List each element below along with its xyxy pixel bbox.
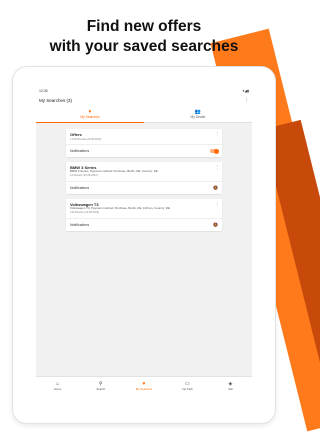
nav-label: My Searches [135,387,153,391]
tab-label: My Searches [80,114,100,119]
bell-off-icon[interactable]: 🔕 [213,222,218,227]
nav-label: Car Park [181,387,193,391]
headline-line-2: with your saved searches [49,38,239,55]
notifications-row: Notifications 🔕 [66,180,222,194]
saved-search-title: Offers [70,132,82,137]
tab-my-searches[interactable]: ♥ My Searches [36,106,144,122]
notifications-label: Notifications [70,185,90,190]
saved-search-card[interactable]: Offers 1,128 Results (20.08.2022) ⋮ Noti… [66,129,222,158]
overflow-menu-icon[interactable]: ⋮ [244,97,249,103]
saved-search-card[interactable]: BMW 3 Series BMW 3 Series, Payment metho… [66,162,222,194]
saved-search-list: Offers 1,128 Results (20.08.2022) ⋮ Noti… [36,123,252,231]
nav-label: Home [53,387,62,391]
saved-search-card[interactable]: Volkswagen T3 Volkswagen T3, Payment met… [66,198,222,231]
card-menu-icon[interactable]: ⋮ [215,131,219,136]
headline-line-1: Find new offers [86,18,202,35]
nav-my-searches[interactable]: ♥ My Searches [122,377,165,395]
tab-my-dealer[interactable]: 👥 My Dealer [144,106,252,122]
nav-car-park[interactable]: ▭ Car Park [166,377,209,395]
notifications-label: Notifications [70,222,90,227]
notifications-row: Notifications [66,144,222,157]
toggle-knob [213,148,219,154]
nav-label: Search [96,387,106,391]
tablet-frame: 12:30 ▾◢▮ My Searches (3) ⋮ ♥ My Searche… [13,67,275,423]
saved-search-count: 1,128 Results (20.08.2022) [70,137,102,141]
nav-home[interactable]: ⌂ Home [36,377,79,395]
status-icons: ▾◢▮ [242,89,249,93]
saved-search-count: 12 Results (20.08.2022) [70,174,98,178]
tab-bar: ♥ My Searches 👥 My Dealer [36,106,252,123]
saved-search-info[interactable]: Offers 1,128 Results (20.08.2022) ⋮ [66,129,222,144]
page-title: My Searches (3) [39,97,73,103]
card-menu-icon[interactable]: ⋮ [215,201,219,206]
app-screen: 12:30 ▾◢▮ My Searches (3) ⋮ ♥ My Searche… [36,87,252,395]
nav-sell[interactable]: ◈ Sell [209,377,252,395]
status-time: 12:30 [39,89,48,93]
status-bar: 12:30 ▾◢▮ [36,87,252,94]
notifications-row: Notifications 🔕 [66,217,222,231]
card-menu-icon[interactable]: ⋮ [215,164,219,169]
bottom-navigation: ⌂ Home ⚲ Search ♥ My Searches ▭ Car Park… [36,376,252,395]
bell-off-icon[interactable]: 🔕 [213,185,218,190]
nav-search[interactable]: ⚲ Search [79,377,122,395]
active-tab-indicator [36,121,144,123]
app-bar: My Searches (3) ⋮ [36,94,252,106]
notifications-toggle[interactable] [210,148,219,154]
saved-search-info[interactable]: Volkswagen T3 Volkswagen T3, Payment met… [66,199,222,218]
promo-headline: Find new offers with your saved searches [0,17,288,57]
saved-search-count: 130 Results (20.08.2022) [70,211,100,215]
saved-search-info[interactable]: BMW 3 Series BMW 3 Series, Payment metho… [66,162,222,181]
nav-label: Sell [228,387,233,391]
tab-label: My Dealer [190,114,206,119]
notifications-label: Notifications [70,149,90,154]
